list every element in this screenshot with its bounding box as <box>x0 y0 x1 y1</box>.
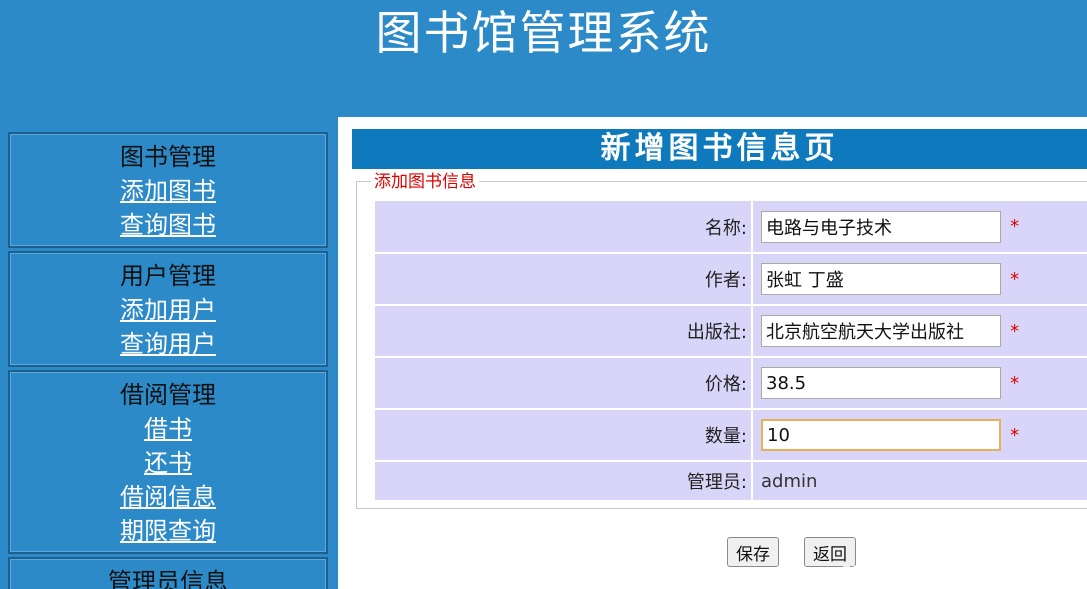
menu-section-book: 图书管理 添加图书 查询图书 <box>8 132 328 248</box>
author-label: 作者: <box>375 253 753 306</box>
author-required-mark: * <box>1010 268 1020 290</box>
price-label: 价格: <box>375 357 753 410</box>
name-cell: * <box>752 201 1087 254</box>
link-add-book[interactable]: 添加图书 <box>10 174 326 208</box>
publisher-cell: * <box>752 305 1087 358</box>
page-banner: 新增图书信息页 <box>352 129 1087 169</box>
menu-section-borrow: 借阅管理 借书 还书 借阅信息 期限查询 <box>8 370 328 554</box>
link-borrow-info[interactable]: 借阅信息 <box>10 480 326 514</box>
admin-cell: admin <box>752 461 1087 502</box>
quantity-input[interactable] <box>761 419 1001 451</box>
menu-heading-admin: 管理员信息 <box>108 568 228 589</box>
form-row-author: 作者: * <box>375 253 1087 306</box>
admin-label: 管理员: <box>375 461 753 502</box>
form-row-price: 价格: * <box>375 357 1087 410</box>
link-add-user[interactable]: 添加用户 <box>10 293 326 327</box>
add-book-form: 名称: * 作者: * 出版社: * 价格: * <box>375 201 1087 502</box>
sidebar: 图书管理 添加图书 查询图书 用户管理 添加用户 查询用户 借阅管理 借书 还书… <box>8 132 328 589</box>
name-required-mark: * <box>1010 216 1020 237</box>
name-input[interactable] <box>761 210 1001 243</box>
name-label: 名称: <box>375 201 753 254</box>
link-return-book[interactable]: 还书 <box>10 446 326 480</box>
menu-section-user: 用户管理 添加用户 查询用户 <box>8 251 328 367</box>
menu-heading-user: 用户管理 <box>120 262 216 290</box>
save-button[interactable]: 保存 <box>727 537 779 567</box>
link-borrow-book[interactable]: 借书 <box>10 412 326 446</box>
price-required-mark: * <box>1010 372 1020 394</box>
author-input[interactable] <box>761 263 1001 295</box>
publisher-required-mark: * <box>1010 320 1020 342</box>
menu-heading-book: 图书管理 <box>120 143 216 171</box>
quantity-cell: * <box>752 409 1087 462</box>
price-input[interactable] <box>761 367 1001 399</box>
quantity-required-mark: * <box>1010 424 1020 446</box>
form-row-name: 名称: * <box>375 201 1087 254</box>
link-search-user[interactable]: 查询用户 <box>10 327 326 361</box>
fieldset-legend: 添加图书信息 <box>371 171 479 193</box>
form-row-quantity: 数量: * <box>375 409 1087 462</box>
menu-section-admin: 管理员信息 <box>8 557 328 589</box>
menu-heading-borrow: 借阅管理 <box>120 381 216 409</box>
app-title: 图书馆管理系统 <box>375 6 712 60</box>
publisher-label: 出版社: <box>375 305 753 358</box>
csdn-watermark: CSDN @热爱生活的小郭子 <box>840 562 1035 581</box>
price-cell: * <box>752 357 1087 410</box>
link-due-query[interactable]: 期限查询 <box>10 514 326 548</box>
publisher-input[interactable] <box>761 315 1001 347</box>
quantity-label: 数量: <box>375 409 753 462</box>
main-content: 新增图书信息页 添加图书信息 名称: * 作者: * 出版社: * 价 <box>338 117 1087 589</box>
link-search-book[interactable]: 查询图书 <box>10 208 326 242</box>
form-row-admin: 管理员: admin <box>375 461 1087 502</box>
admin-value: admin <box>761 470 818 492</box>
author-cell: * <box>752 253 1087 306</box>
form-row-publisher: 出版社: * <box>375 305 1087 358</box>
